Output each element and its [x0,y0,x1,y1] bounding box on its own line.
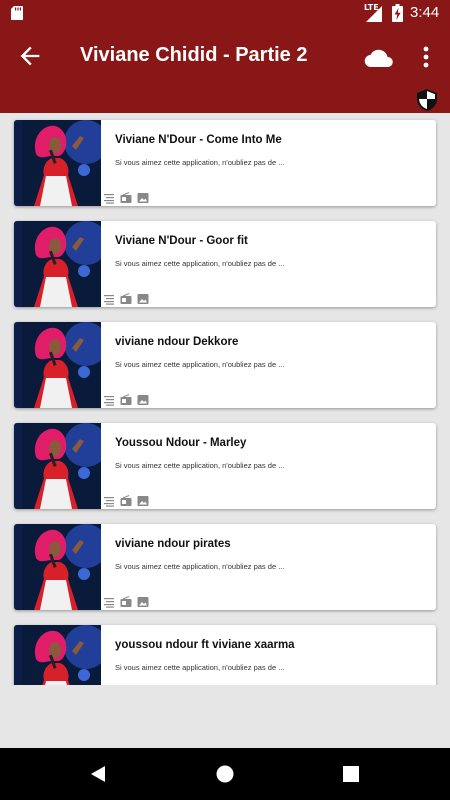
radio-icon [120,492,132,506]
song-description: Si vous aimez cette application, n'oubli… [115,562,285,571]
song-title: Viviane N'Dour - Come Into Me [115,134,282,146]
song-description: Si vous aimez cette application, n'oubli… [115,360,285,369]
song-card[interactable]: Viviane N'Dour - Come Into Me Si vous aim… [14,120,436,206]
song-title: viviane ndour Dekkore [115,336,239,348]
image-icon [137,189,149,203]
song-thumbnail [14,625,101,685]
song-card[interactable]: Youssou Ndour - Marley Si vous aimez cett… [14,423,436,509]
song-description: Si vous aimez cette application, n'oubli… [115,158,285,167]
image-icon [137,492,149,506]
lte-signal-icon [366,6,382,22]
card-icon-row [103,290,149,305]
status-bar: LTE 3:44 [0,0,450,26]
song-description: Si vous aimez cette application, n'oubli… [115,663,285,672]
song-thumbnail [14,524,101,610]
page-title: Viviane Chidid - Partie 2 [80,44,308,66]
back-arrow-icon[interactable] [16,42,44,70]
card-icon-row [103,189,149,204]
song-description: Si vous aimez cette application, n'oubli… [115,259,285,268]
image-icon [137,290,149,304]
song-description: Si vous aimez cette application, n'oubli… [115,461,285,470]
lyrics-icon [103,290,115,305]
song-list[interactable]: Viviane N'Dour - Come Into Me Si vous aim… [0,113,450,685]
radio-icon [120,290,132,304]
lyrics-icon [103,189,115,204]
sd-card-icon [11,6,23,20]
radio-icon [120,593,132,607]
more-vert-icon[interactable] [418,44,434,70]
nav-recents-icon[interactable] [339,762,363,786]
lyrics-icon [103,492,115,507]
song-card[interactable]: youssou ndour ft viviane xaarma Si vous a… [14,625,436,685]
battery-charging-icon [392,4,403,22]
image-icon [137,593,149,607]
song-thumbnail [14,120,101,206]
song-title: Viviane N'Dour - Goor fit [115,235,248,247]
radio-icon [120,391,132,405]
song-title: viviane ndour pirates [115,538,231,550]
shield-icon[interactable] [416,88,438,112]
cloud-icon[interactable] [364,46,394,68]
song-thumbnail [14,221,101,307]
lyrics-icon [103,391,115,406]
card-icon-row [103,593,149,608]
song-thumbnail [14,322,101,408]
image-icon [137,391,149,405]
nav-home-icon[interactable] [213,762,237,786]
song-thumbnail [14,423,101,509]
song-card[interactable]: viviane ndour pirates Si vous aimez cette… [14,524,436,610]
song-title: Youssou Ndour - Marley [115,437,247,449]
card-icon-row [103,391,149,406]
status-time: 3:44 [410,4,440,21]
app-bar: Viviane Chidid - Partie 2 [0,26,450,113]
lyrics-icon [103,593,115,608]
radio-icon [120,189,132,203]
song-title: youssou ndour ft viviane xaarma [115,639,295,651]
song-card[interactable]: viviane ndour Dekkore Si vous aimez cette… [14,322,436,408]
card-icon-row [103,492,149,507]
song-card[interactable]: Viviane N'Dour - Goor fit Si vous aimez c… [14,221,436,307]
nav-back-icon[interactable] [86,762,110,786]
navigation-bar [0,748,450,800]
